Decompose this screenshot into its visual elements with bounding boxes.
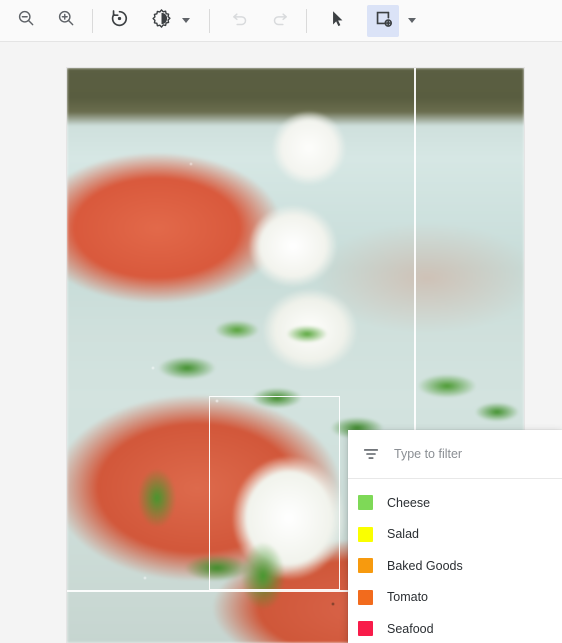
- zoom-out-icon: [16, 8, 36, 33]
- label-picker-panel[interactable]: Cheese Salad Baked Goods Tomato Seafood: [348, 430, 562, 643]
- undo-icon: [230, 8, 250, 33]
- label-color-swatch: [358, 495, 373, 511]
- label-item-baked-goods[interactable]: Baked Goods: [348, 550, 562, 582]
- brightness-contrast-icon: [151, 8, 172, 34]
- rotate-button[interactable]: [103, 5, 135, 37]
- label-item-tomato[interactable]: Tomato: [348, 582, 562, 614]
- editor-toolbar: [0, 0, 562, 42]
- toolbar-divider: [92, 8, 93, 33]
- label-filter-row[interactable]: [348, 430, 562, 479]
- add-bounding-box-button[interactable]: [367, 4, 399, 37]
- zoom-in-button[interactable]: [50, 5, 82, 37]
- select-cursor-icon: [328, 9, 347, 33]
- filter-icon: [362, 445, 380, 463]
- label-item-label: Seafood: [387, 621, 434, 636]
- rotate-icon: [109, 8, 130, 34]
- label-color-swatch: [358, 526, 373, 542]
- add-bounding-box-icon: [373, 8, 394, 34]
- image-canvas[interactable]: Cheese Salad Baked Goods Tomato Seafood: [0, 42, 562, 643]
- label-list: Cheese Salad Baked Goods Tomato Seafood: [348, 479, 562, 643]
- label-color-swatch: [358, 558, 373, 574]
- label-item-cheese[interactable]: Cheese: [348, 487, 562, 519]
- select-tool-button[interactable]: [321, 5, 353, 37]
- label-item-label: Salad: [387, 527, 419, 542]
- label-item-salad[interactable]: Salad: [348, 519, 562, 551]
- label-item-label: Baked Goods: [387, 558, 463, 573]
- label-color-swatch: [358, 621, 373, 637]
- label-item-seafood[interactable]: Seafood: [348, 613, 562, 643]
- toolbar-divider: [209, 8, 210, 33]
- zoom-in-icon: [56, 8, 76, 33]
- toolbar-divider: [306, 8, 307, 33]
- label-item-label: Tomato: [387, 590, 428, 605]
- tool-dropdown-button[interactable]: [403, 5, 421, 37]
- label-color-swatch: [358, 589, 373, 605]
- brightness-dropdown-button[interactable]: [177, 5, 195, 37]
- chevron-down-icon: [182, 18, 190, 23]
- redo-button[interactable]: [264, 5, 296, 37]
- label-filter-input[interactable]: [394, 447, 544, 461]
- undo-button[interactable]: [224, 5, 256, 37]
- redo-icon: [270, 8, 290, 33]
- zoom-out-button[interactable]: [10, 5, 42, 37]
- bounding-box-mozzarella[interactable]: [209, 396, 340, 590]
- label-item-label: Cheese: [387, 495, 431, 510]
- brightness-contrast-button[interactable]: [145, 5, 177, 37]
- chevron-down-icon: [408, 18, 416, 23]
